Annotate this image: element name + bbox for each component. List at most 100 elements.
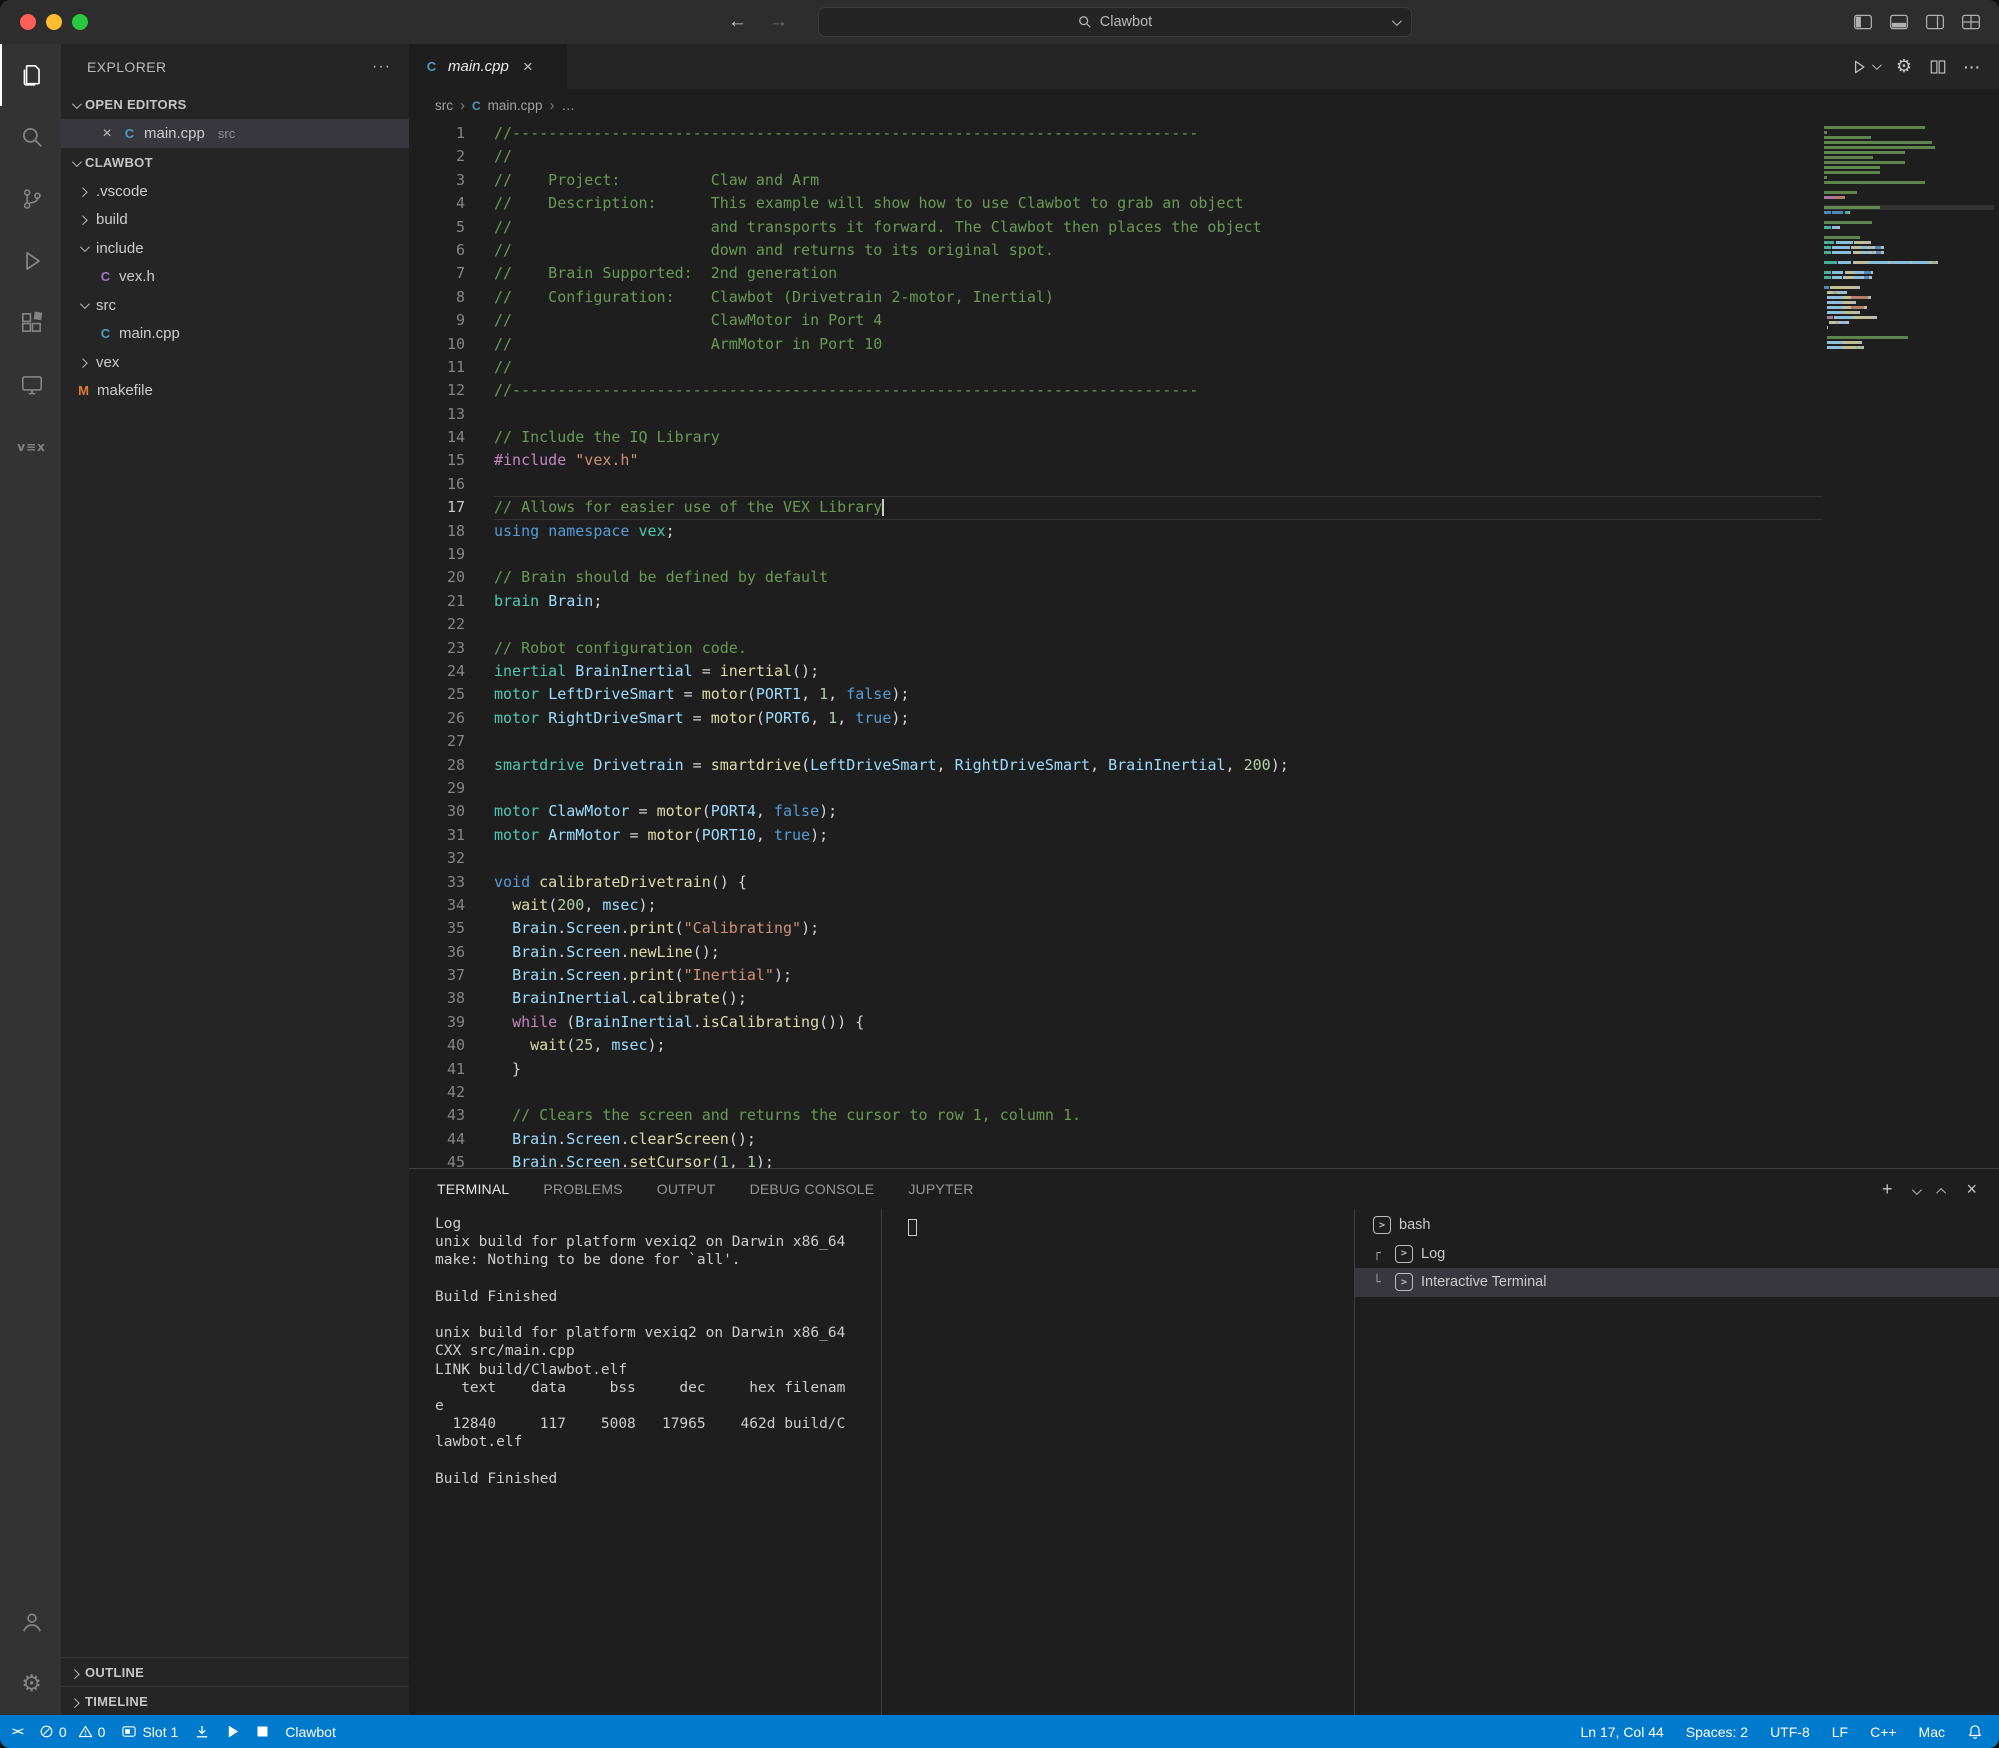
source-control-icon[interactable]	[0, 168, 61, 230]
code-line[interactable]: 5// and transports it forward. The Clawb…	[409, 216, 1999, 239]
code-line[interactable]: 6// down and returns to its original spo…	[409, 239, 1999, 262]
os-indicator[interactable]: Mac	[1919, 1715, 1945, 1748]
project-section-header[interactable]: CLAWBOT	[61, 148, 409, 177]
account-icon[interactable]	[0, 1591, 61, 1653]
breadcrumb-item-file[interactable]: main.cpp	[488, 98, 543, 113]
breadcrumb-item-src[interactable]: src	[435, 98, 453, 113]
folder-tree-item-src[interactable]: src	[61, 291, 409, 320]
tab-terminal[interactable]: TERMINAL	[437, 1181, 509, 1197]
code-line[interactable]: 7// Brain Supported: 2nd generation	[409, 262, 1999, 285]
code-line[interactable]: 42	[409, 1081, 1999, 1104]
zoom-window-button[interactable]	[72, 14, 88, 30]
line-col-indicator[interactable]: Ln 17, Col 44	[1581, 1715, 1664, 1748]
code-line[interactable]: 32	[409, 847, 1999, 870]
code-line[interactable]: 3// Project: Claw and Arm	[409, 169, 1999, 192]
timeline-section-header[interactable]: TIMELINE	[61, 1686, 409, 1715]
terminal-list-item-log[interactable]: ┌ > Log	[1355, 1240, 1999, 1269]
code-line[interactable]: 8// Configuration: Clawbot (Drivetrain 2…	[409, 286, 1999, 309]
code-line[interactable]: 11//	[409, 356, 1999, 379]
language-indicator[interactable]: C++	[1870, 1715, 1896, 1748]
code-line[interactable]: 25 motor LeftDriveSmart = motor(PORT1, 1,…	[409, 683, 1999, 706]
code-line[interactable]: 35 Brain.Screen.print("Calibrating");	[409, 917, 1999, 940]
code-line[interactable]: 33 void calibrateDrivetrain() {	[409, 871, 1999, 894]
code-line[interactable]: 45 Brain.Screen.setCursor(1, 1);	[409, 1151, 1999, 1168]
settings-gear-icon[interactable]: ⚙	[0, 1653, 61, 1715]
code-line[interactable]: 36 Brain.Screen.newLine();	[409, 941, 1999, 964]
code-editor[interactable]: 1//-------------------------------------…	[409, 122, 1999, 1168]
code-line[interactable]: 28 smartdrive Drivetrain = smartdrive(Lef…	[409, 754, 1999, 777]
tab-output[interactable]: OUTPUT	[657, 1181, 716, 1197]
code-line[interactable]: 23// Robot configuration code.	[409, 637, 1999, 660]
encoding-indicator[interactable]: UTF-8	[1770, 1715, 1810, 1748]
code-line[interactable]: 31 motor ArmMotor = motor(PORT10, true);	[409, 824, 1999, 847]
code-line[interactable]: 37 Brain.Screen.print("Inertial");	[409, 964, 1999, 987]
code-line[interactable]: 18 using namespace vex;	[409, 520, 1999, 543]
vex-extension-icon[interactable]: v≡x	[0, 416, 61, 478]
remote-explorer-icon[interactable]	[0, 354, 61, 416]
toggle-right-sidebar-icon[interactable]	[1925, 13, 1945, 31]
code-line[interactable]: 44 Brain.Screen.clearScreen();	[409, 1128, 1999, 1151]
toggle-sidebar-icon[interactable]	[1853, 13, 1873, 31]
terminal-dropdown-button[interactable]	[1912, 1180, 1923, 1198]
close-panel-button[interactable]: ×	[1966, 1180, 1977, 1198]
terminal-output[interactable]: Log unix build for platform vexiq2 on Dar…	[409, 1209, 881, 1715]
remote-indicator[interactable]: ><	[12, 1715, 24, 1748]
code-line[interactable]: 10// ArmMotor in Port 10	[409, 333, 1999, 356]
close-icon[interactable]: ×	[99, 125, 115, 143]
run-debug-icon[interactable]	[0, 230, 61, 292]
tab-debug-console[interactable]: DEBUG CONSOLE	[750, 1181, 875, 1197]
explorer-icon[interactable]	[0, 44, 61, 106]
open-editors-header[interactable]: OPEN EDITORS	[61, 90, 409, 119]
new-terminal-button[interactable]: +	[1882, 1180, 1893, 1198]
file-tree-item-main-cpp[interactable]: Cmain.cpp	[61, 320, 409, 349]
folder-tree-item-build[interactable]: build	[61, 206, 409, 235]
stop-button[interactable]	[256, 1715, 269, 1748]
terminal-list-item-interactive-terminal[interactable]: └ > Interactive Terminal	[1355, 1268, 1999, 1297]
more-actions-icon[interactable]: ···	[1964, 59, 1981, 75]
code-line[interactable]: 13	[409, 403, 1999, 426]
code-line[interactable]: 17// Allows for easier use of the VEX Li…	[409, 496, 1999, 521]
folder-tree-item-vex[interactable]: vex	[61, 348, 409, 377]
code-line[interactable]: 30 motor ClawMotor = motor(PORT4, false);	[409, 800, 1999, 823]
code-line[interactable]: 2//	[409, 145, 1999, 168]
close-tab-icon[interactable]: ×	[523, 57, 533, 77]
download-to-brain-button[interactable]	[194, 1715, 210, 1748]
code-line[interactable]: 4// Description: This example will show …	[409, 192, 1999, 215]
indent-indicator[interactable]: Spaces: 2	[1686, 1715, 1748, 1748]
code-line[interactable]: 40 wait(25, msec);	[409, 1034, 1999, 1057]
code-line[interactable]: 39 while (BrainInertial.isCalibrating())…	[409, 1011, 1999, 1034]
file-tree-item-vex-h[interactable]: Cvex.h	[61, 263, 409, 292]
code-line[interactable]: 20// Brain should be defined by default	[409, 566, 1999, 589]
folder-tree-item-include[interactable]: include	[61, 234, 409, 263]
project-name[interactable]: Clawbot	[285, 1715, 336, 1748]
tab-jupyter[interactable]: JUPYTER	[908, 1181, 973, 1197]
slot-selector[interactable]: Slot 1	[121, 1715, 178, 1748]
code-line[interactable]: 43 // Clears the screen and returns the …	[409, 1104, 1999, 1127]
eol-indicator[interactable]: LF	[1832, 1715, 1848, 1748]
code-line[interactable]: 22	[409, 613, 1999, 636]
folder-tree-item--vscode[interactable]: .vscode	[61, 177, 409, 206]
breadcrumb-item-symbol[interactable]: …	[561, 98, 575, 113]
code-line[interactable]: 16	[409, 473, 1999, 496]
code-line[interactable]: 38 BrainInertial.calibrate();	[409, 987, 1999, 1010]
minimize-window-button[interactable]	[46, 14, 62, 30]
tab-problems[interactable]: PROBLEMS	[543, 1181, 622, 1197]
code-line[interactable]: 12//------------------------------------…	[409, 379, 1999, 402]
settings-gear-icon[interactable]: ⚙	[1896, 57, 1912, 76]
file-tree-item-makefile[interactable]: Mmakefile	[61, 377, 409, 406]
search-icon[interactable]	[0, 106, 61, 168]
code-line[interactable]: 27	[409, 730, 1999, 753]
close-window-button[interactable]	[20, 14, 36, 30]
open-editor-item[interactable]: × C main.cpp src	[61, 119, 409, 148]
code-line[interactable]: 34 wait(200, msec);	[409, 894, 1999, 917]
code-line[interactable]: 9// ClawMotor in Port 4	[409, 309, 1999, 332]
code-line[interactable]: 21 brain Brain;	[409, 590, 1999, 613]
split-editor-icon[interactable]	[1929, 58, 1947, 76]
outline-section-header[interactable]: OUTLINE	[61, 1657, 409, 1686]
chevron-down-icon[interactable]	[1391, 16, 1402, 27]
tab-main-cpp[interactable]: C main.cpp ×	[409, 44, 567, 89]
maximize-panel-button[interactable]	[1936, 1180, 1947, 1198]
code-line[interactable]: 24 inertial BrainInertial = inertial();	[409, 660, 1999, 683]
terminal-list-item-bash[interactable]: > bash	[1355, 1211, 1999, 1240]
notifications-bell[interactable]	[1967, 1715, 1983, 1748]
